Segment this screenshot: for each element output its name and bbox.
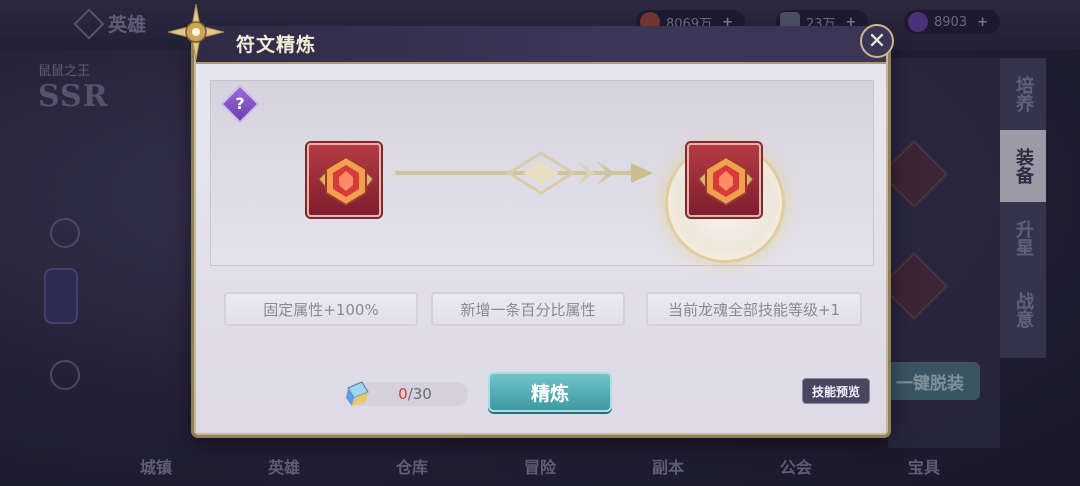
refine-arrow-icon xyxy=(395,151,653,195)
attribute-tag-percent: 新增一条百分比属性 xyxy=(431,292,625,326)
current-rune-slot[interactable] xyxy=(307,143,381,217)
close-button[interactable]: ✕ xyxy=(860,24,894,58)
dialog-title: 符文精炼 xyxy=(236,34,317,56)
attribute-tag-skill: 当前龙魂全部技能等级+1 xyxy=(646,292,862,326)
material-required: /30 xyxy=(407,385,432,403)
close-icon: ✕ xyxy=(867,28,887,54)
refine-crystal-icon xyxy=(346,381,369,406)
refine-button[interactable]: 精炼 xyxy=(488,372,612,412)
refine-preview xyxy=(210,80,874,266)
refined-rune-slot[interactable] xyxy=(687,143,761,217)
compass-star-icon xyxy=(168,4,224,60)
red-hex-gem-icon xyxy=(698,155,754,207)
attribute-tag-fixed: 固定属性+100% xyxy=(224,292,418,326)
material-current: 0 xyxy=(398,385,408,403)
question-icon: ? xyxy=(235,94,245,113)
skill-preview-button[interactable]: 技能预览 xyxy=(802,378,870,404)
red-hex-gem-icon xyxy=(318,155,374,207)
dialog-title-bar: 符文精炼 xyxy=(168,4,886,64)
rune-refine-dialog: 符文精炼 ✕ ? 固定属性+100% 新增一条百分比属性 当前龙魂全部技能等级+… xyxy=(168,4,894,435)
